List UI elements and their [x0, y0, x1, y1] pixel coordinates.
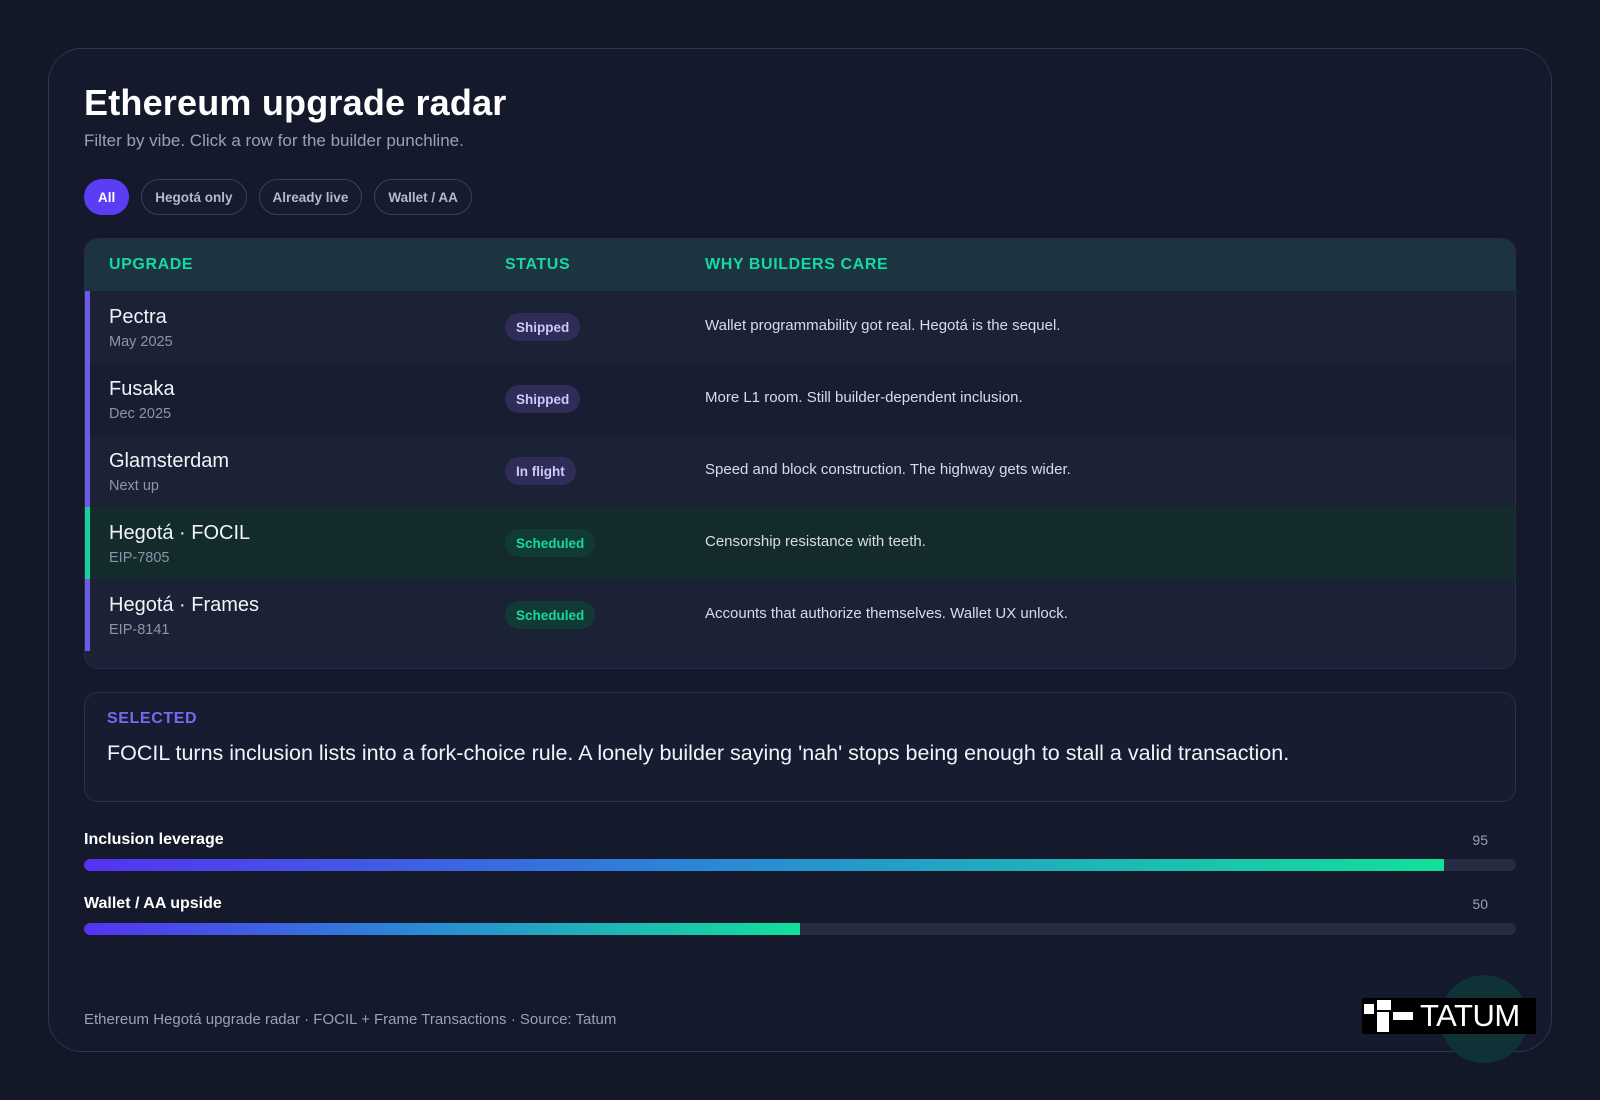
upgrade-date: Dec 2025: [109, 406, 172, 422]
filter-wallet-aa[interactable]: Wallet / AA: [374, 179, 472, 215]
table-row[interactable]: Pectra May 2025 Shipped Wallet programma…: [85, 291, 1515, 363]
metric-value-wallet: 50: [1472, 896, 1488, 912]
table-row[interactable]: Fusaka Dec 2025 Shipped More L1 room. St…: [85, 363, 1515, 435]
footer-caption: Ethereum Hegotá upgrade radar · FOCIL + …: [84, 1011, 617, 1028]
column-header-why: WHY BUILDERS CARE: [705, 256, 889, 273]
inclusion-leverage-fill: [84, 859, 1445, 871]
selected-detail-panel: SELECTED FOCIL turns inclusion lists int…: [84, 692, 1516, 802]
status-badge: Shipped: [505, 385, 581, 413]
filter-hegota-only[interactable]: Hegotá only: [141, 179, 247, 215]
why-text: Wallet programmability got real. Hegotá …: [705, 317, 1061, 334]
status-badge: Scheduled: [505, 529, 596, 557]
upgrade-name: Fusaka: [109, 378, 175, 400]
why-text: More L1 room. Still builder-dependent in…: [705, 389, 1023, 406]
page-subtitle: Filter by vibe. Click a row for the buil…: [84, 131, 464, 150]
status-badge: Shipped: [505, 313, 581, 341]
tatum-logo: TATUM: [1362, 998, 1536, 1034]
why-text: Accounts that authorize themselves. Wall…: [705, 605, 1068, 622]
metric-label-inclusion: Inclusion leverage: [84, 831, 224, 848]
column-header-status: STATUS: [505, 256, 571, 273]
upgrade-name: Pectra: [109, 306, 167, 328]
table-row-selected[interactable]: Hegotá · FOCIL EIP-7805 Scheduled Censor…: [85, 507, 1515, 579]
filter-already-live[interactable]: Already live: [258, 179, 363, 215]
column-header-upgrade: UPGRADE: [109, 256, 194, 273]
upgrade-date: May 2025: [109, 334, 173, 350]
wallet-aa-fill: [84, 923, 800, 935]
upgrade-name: Hegotá · Frames: [109, 594, 260, 616]
table-header: UPGRADE STATUS WHY BUILDERS CARE: [85, 239, 1515, 291]
wallet-aa-bar: [84, 923, 1516, 935]
table-row[interactable]: Hegotá · Frames EIP-8141 Scheduled Accou…: [85, 579, 1515, 651]
table-row[interactable]: Glamsterdam Next up In flight Speed and …: [85, 435, 1515, 507]
metric-value-inclusion: 95: [1472, 832, 1488, 848]
why-text: Censorship resistance with teeth.: [705, 533, 926, 550]
why-text: Speed and block construction. The highwa…: [705, 461, 1071, 478]
upgrade-date: EIP-8141: [109, 622, 170, 638]
status-badge: In flight: [505, 457, 576, 485]
selected-label: SELECTED: [107, 710, 198, 727]
metric-label-wallet: Wallet / AA upside: [84, 895, 222, 912]
upgrade-name: Glamsterdam: [109, 450, 230, 472]
page-title: Ethereum upgrade radar: [84, 82, 507, 123]
upgrade-name: Hegotá · FOCIL: [109, 522, 251, 544]
upgrade-table: UPGRADE STATUS WHY BUILDERS CARE Pectra …: [84, 238, 1516, 669]
tatum-logo-icon: [1364, 1000, 1413, 1032]
filter-pills: All Hegotá only Already live Wallet / AA: [84, 179, 472, 215]
inclusion-leverage-bar: [84, 859, 1516, 871]
tatum-logo-text: TATUM: [1420, 998, 1520, 1033]
status-badge: Scheduled: [505, 601, 596, 629]
upgrade-date: EIP-7805: [109, 550, 170, 566]
upgrade-date: Next up: [109, 478, 159, 494]
filter-all[interactable]: All: [84, 179, 130, 215]
selected-text: FOCIL turns inclusion lists into a fork-…: [107, 741, 1290, 765]
